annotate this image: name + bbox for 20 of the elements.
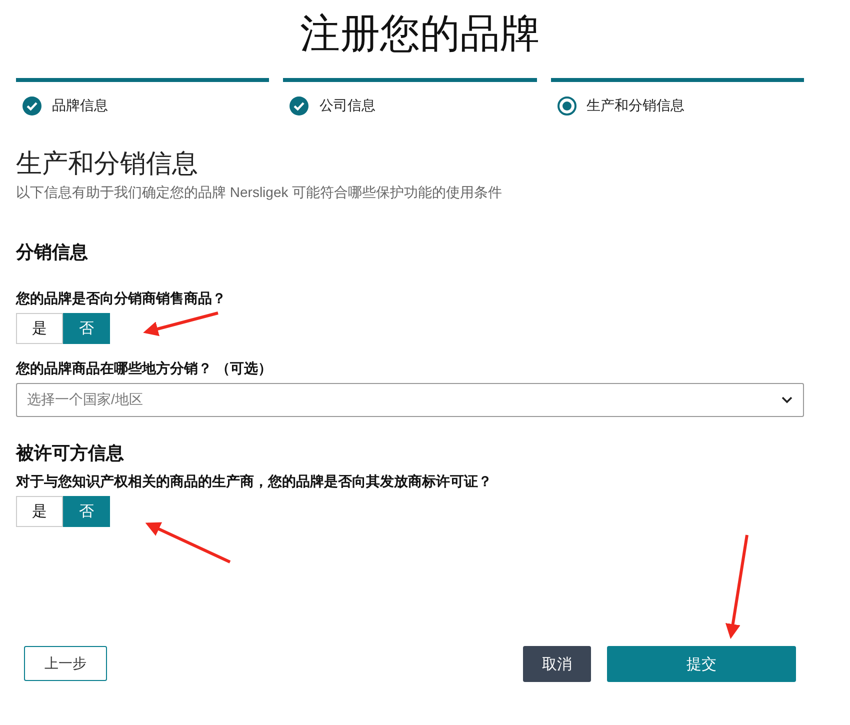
- back-button[interactable]: 上一步: [24, 646, 107, 681]
- step-label: 生产和分销信息: [586, 97, 685, 115]
- question-label: 您的品牌商品在哪些地方分销？ （可选）: [16, 360, 273, 378]
- submit-button[interactable]: 提交: [607, 646, 796, 682]
- toggle-option[interactable]: 是: [16, 496, 63, 527]
- cancel-button[interactable]: 取消: [523, 646, 591, 682]
- toggle-option[interactable]: 否: [63, 313, 110, 344]
- toggle-option[interactable]: 否: [63, 496, 110, 527]
- subsection-title: 被许可方信息: [16, 442, 125, 465]
- question-label: 您的品牌是否向分销商销售商品？: [16, 290, 227, 308]
- question-label: 对于与您知识产权相关的商品的生产商，您的品牌是否向其发放商标许可证？: [16, 473, 493, 491]
- section-heading: 生产和分销信息: [16, 147, 199, 180]
- step-label: 公司信息: [319, 97, 376, 115]
- step-label: 品牌信息: [52, 97, 108, 115]
- toggle-option[interactable]: 是: [16, 313, 63, 344]
- page-title: 注册您的品牌: [299, 11, 541, 58]
- country-dropdown[interactable]: 选择一个国家/地区: [16, 383, 804, 417]
- subtitle: 以下信息有助于我们确定您的品牌 Nersligek 可能符合哪些保护功能的使用条件: [16, 184, 504, 202]
- chevron-down-icon: [781, 396, 793, 404]
- subsection-title: 分销信息: [16, 241, 89, 264]
